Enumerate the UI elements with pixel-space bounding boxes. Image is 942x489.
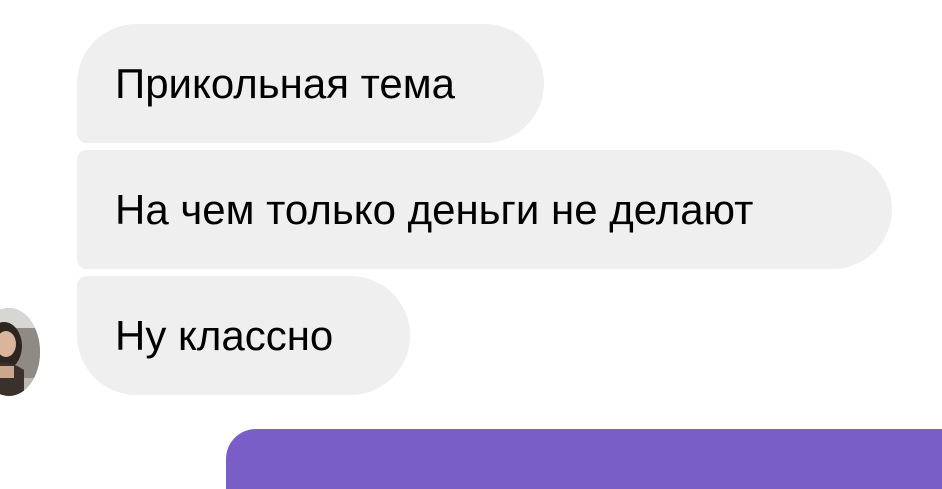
message-text: Ну классно bbox=[115, 312, 334, 359]
message-text: Прикольная тема bbox=[115, 60, 455, 107]
message-bubble[interactable]: Прикольная тема bbox=[77, 24, 544, 143]
avatar-photo-icon bbox=[0, 308, 40, 396]
sender-avatar[interactable] bbox=[0, 308, 40, 396]
message-text: На чем только деньги не делают bbox=[115, 186, 754, 233]
chat-thread: Прикольная тема На чем только деньги не … bbox=[0, 0, 942, 489]
message-bubble[interactable]: Ну классно bbox=[77, 276, 410, 395]
outgoing-message-bubble[interactable] bbox=[226, 429, 942, 489]
message-bubble[interactable]: На чем только деньги не делают bbox=[77, 150, 892, 269]
